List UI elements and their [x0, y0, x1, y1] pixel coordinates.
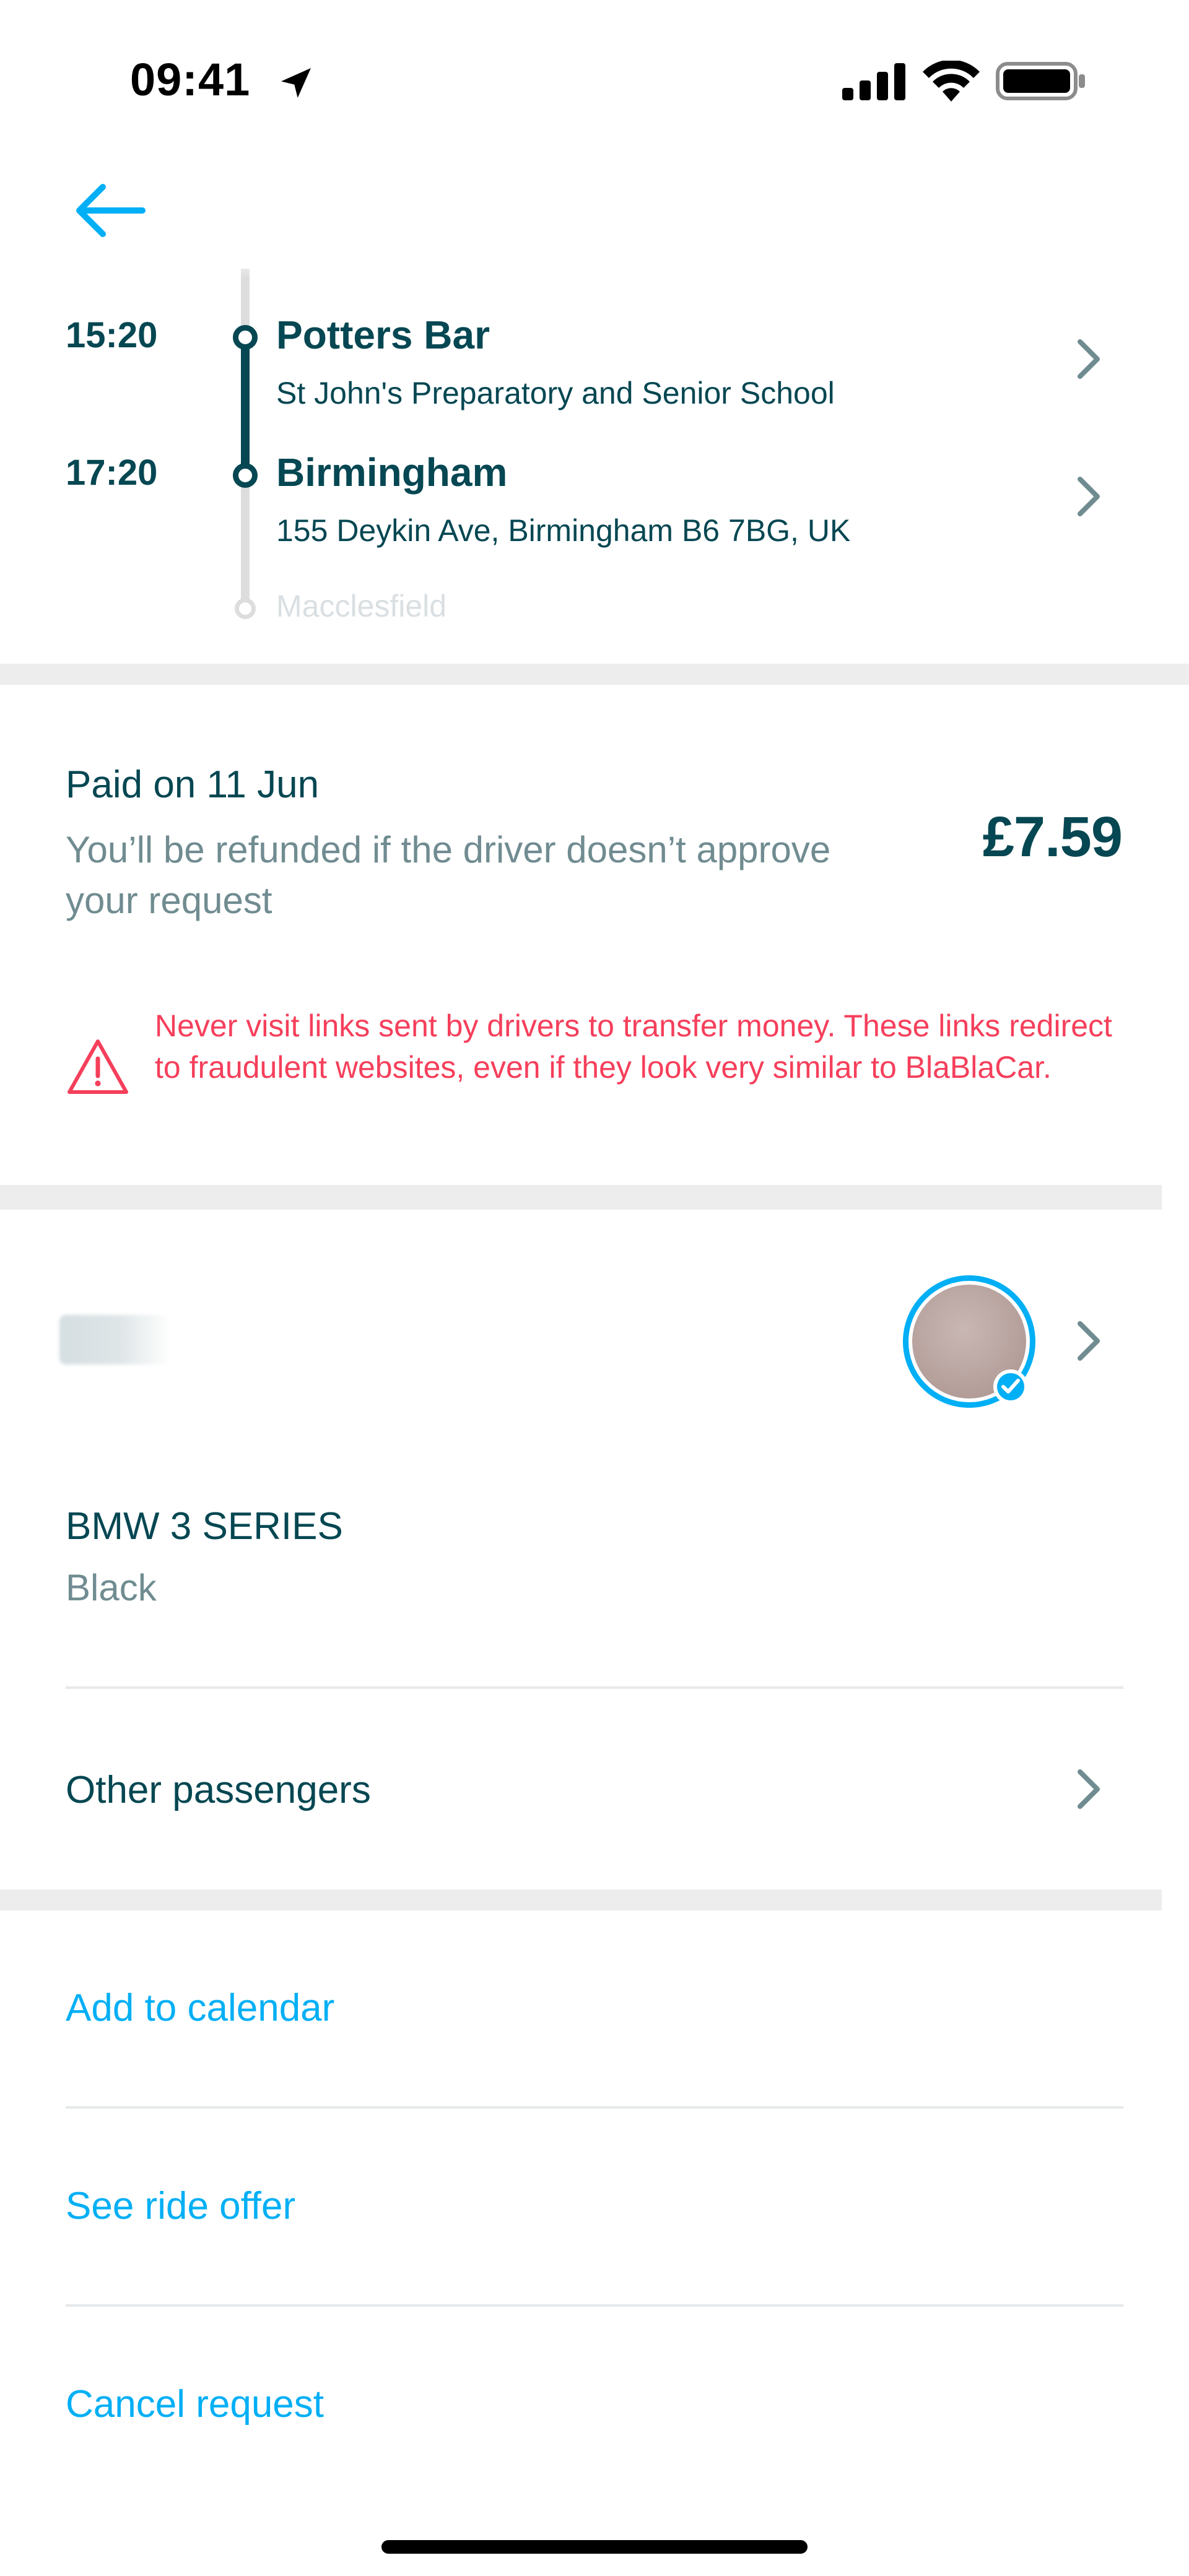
- home-indicator[interactable]: [381, 2540, 808, 2554]
- fraud-warning-text: Never visit links sent by drivers to tra…: [155, 1008, 1112, 1085]
- section-separator: [0, 1185, 1162, 1210]
- chevron-right-icon[interactable]: [1075, 474, 1102, 519]
- cancel-request-link[interactable]: Cancel request: [66, 2382, 324, 2426]
- divider: [66, 2304, 1123, 2307]
- back-arrow-icon[interactable]: [73, 180, 147, 241]
- verified-badge-icon: [993, 1369, 1028, 1404]
- stop-city: Birmingham: [276, 450, 508, 495]
- driver-name-redacted: [59, 1315, 171, 1364]
- stop-address: 155 Deykin Ave, Birmingham B6 7BG, UK: [276, 513, 851, 548]
- car-model: BMW 3 SERIES: [66, 1505, 343, 1548]
- section-separator: [0, 664, 1189, 685]
- see-ride-offer-link[interactable]: See ride offer: [66, 2184, 295, 2228]
- timeline-node-macclesfield: [235, 598, 256, 619]
- chevron-right-icon[interactable]: [1075, 1319, 1102, 1363]
- price: £7.59: [982, 805, 1123, 869]
- stop-address: St John's Preparatory and Senior School: [276, 376, 835, 410]
- stop-time: 17:20: [66, 453, 158, 493]
- cellular-signal-icon: [842, 63, 905, 100]
- stop-time: 15:20: [66, 315, 158, 355]
- chevron-right-icon[interactable]: [1075, 1767, 1102, 1811]
- car-color: Black: [66, 1567, 157, 1608]
- refund-note: You’ll be refunded if the driver doesn’t…: [66, 829, 831, 921]
- section-separator: [0, 1889, 1162, 1910]
- scroll-fade: [0, 248, 1189, 279]
- battery-icon: [996, 62, 1085, 100]
- warning-triangle-icon: [68, 1039, 128, 1094]
- wifi-icon: [923, 61, 980, 102]
- chevron-right-icon[interactable]: [1075, 337, 1102, 381]
- location-arrow-icon: [281, 68, 311, 98]
- ride-details-screen: 09:41 15:20 Potters Bar St John's Prepar…: [0, 0, 1189, 2576]
- paid-date: Paid on 11 Jun: [66, 763, 320, 806]
- status-bar-time: 09:41: [130, 54, 251, 105]
- stop-city: Potters Bar: [276, 313, 490, 357]
- next-stop-faded: Macclesfield: [276, 589, 447, 623]
- divider: [66, 2106, 1123, 2109]
- divider: [66, 1686, 1123, 1689]
- other-passengers-label: Other passengers: [66, 1769, 371, 1811]
- add-to-calendar-link[interactable]: Add to calendar: [66, 1986, 334, 2030]
